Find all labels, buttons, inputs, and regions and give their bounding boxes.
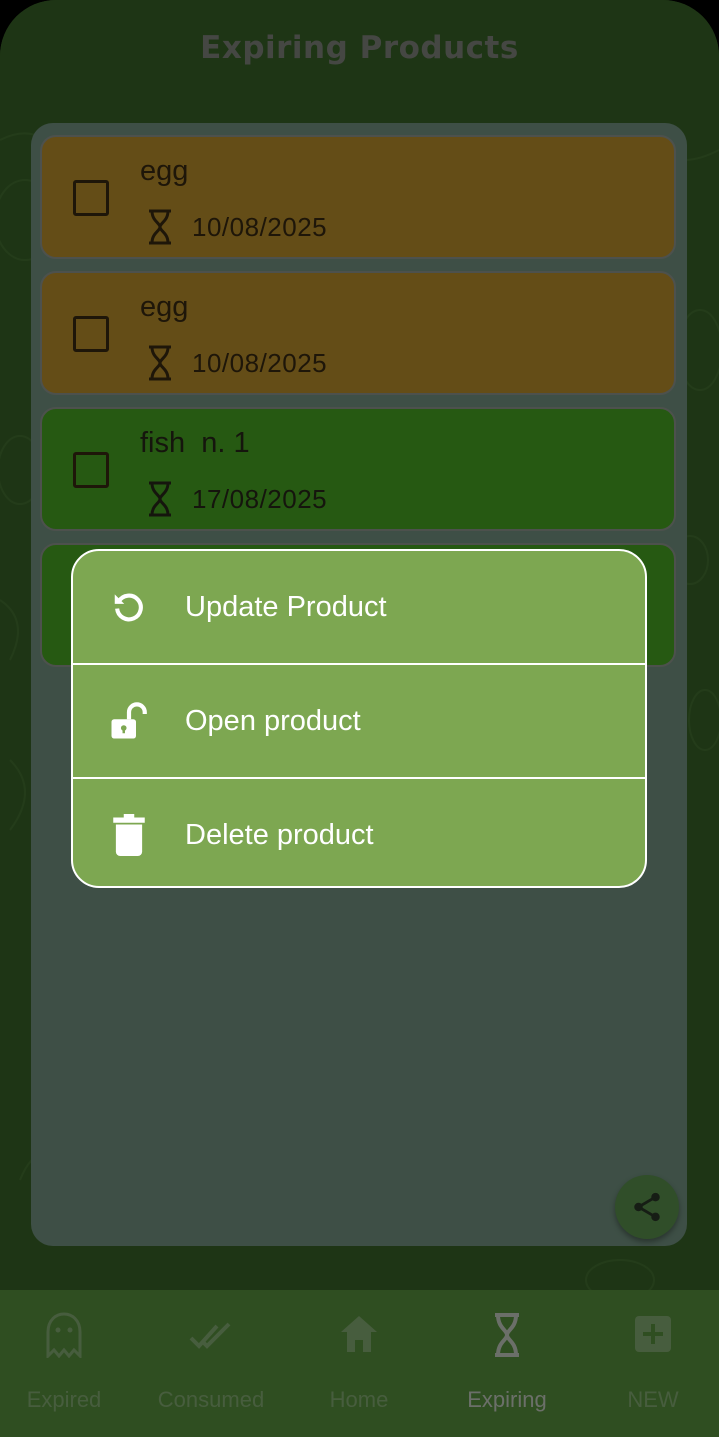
delete-product-option[interactable]: Delete product bbox=[73, 777, 645, 886]
unlock-icon bbox=[107, 699, 151, 743]
update-product-option[interactable]: Update Product bbox=[73, 551, 645, 663]
menu-item-label: Delete product bbox=[185, 818, 374, 851]
open-product-option[interactable]: Open product bbox=[73, 663, 645, 777]
refresh-icon bbox=[107, 585, 151, 629]
menu-item-label: Open product bbox=[185, 704, 361, 737]
menu-item-label: Update Product bbox=[185, 590, 387, 623]
trash-icon bbox=[107, 813, 151, 857]
app-screen: Expiring Products egg 10/08/2025 egg 10/… bbox=[0, 0, 719, 1437]
product-context-menu: Update Product Open product Delete produ… bbox=[71, 549, 647, 888]
